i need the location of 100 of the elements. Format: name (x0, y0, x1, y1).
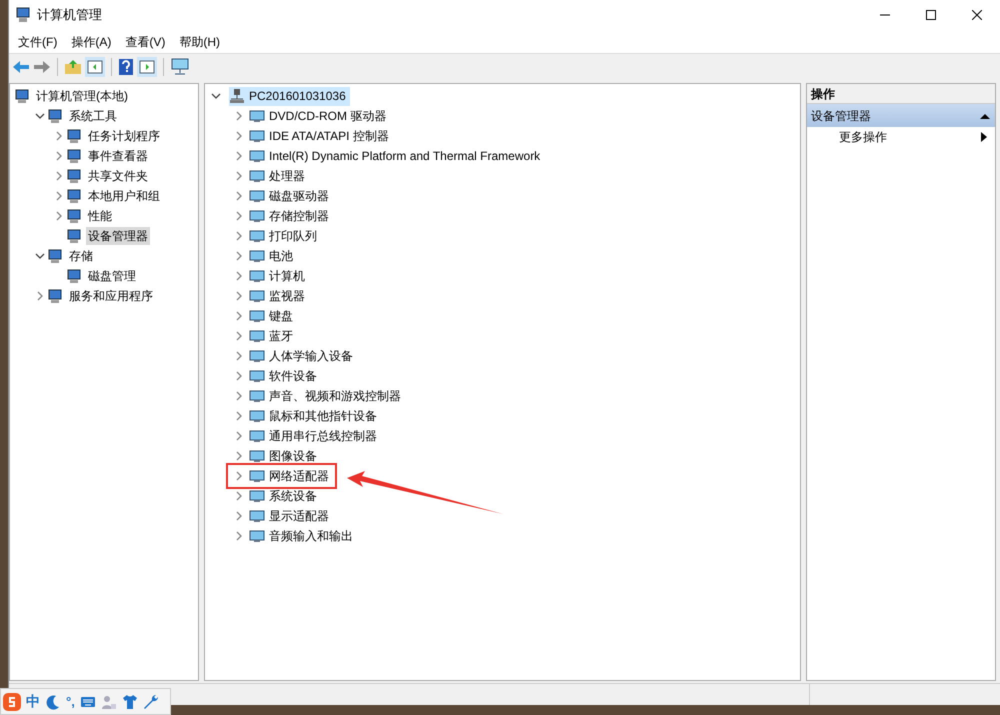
tree-item[interactable]: 任务计划程序 (86, 127, 162, 145)
forward-arrow-icon[interactable] (33, 59, 51, 75)
menu-item[interactable]: 操作(A) (64, 32, 118, 52)
collapse-chevron-icon[interactable] (35, 251, 45, 261)
expand-chevron-icon[interactable] (234, 391, 244, 401)
expand-chevron-icon[interactable] (54, 131, 64, 141)
expand-chevron-icon[interactable] (54, 191, 64, 201)
monitor-icon[interactable] (170, 58, 190, 76)
pane-toggle-icon[interactable] (85, 57, 105, 77)
tree-item[interactable]: 性能 (86, 207, 114, 225)
expand-chevron-icon[interactable] (234, 451, 244, 461)
menu-item[interactable]: 文件(F) (11, 32, 64, 52)
action-section-header[interactable]: 设备管理器 (807, 104, 995, 127)
expand-chevron-icon[interactable] (234, 211, 244, 221)
expand-chevron-icon[interactable] (54, 171, 64, 181)
tree-item[interactable]: 人体学输入设备 (269, 347, 353, 365)
tree-item[interactable]: 系统工具 (67, 107, 119, 125)
expand-chevron-icon[interactable] (234, 371, 244, 381)
tree-item[interactable]: 系统设备 (269, 487, 317, 505)
tree-item[interactable]: 计算机管理(本地) (34, 87, 130, 105)
device-icon (249, 168, 265, 184)
expand-chevron-icon[interactable] (234, 131, 244, 141)
device-icon (249, 508, 265, 524)
expand-chevron-icon[interactable] (234, 231, 244, 241)
expand-chevron-icon[interactable] (234, 191, 244, 201)
device-icon (249, 308, 265, 324)
expand-chevron-icon[interactable] (234, 291, 244, 301)
device-icon (249, 528, 265, 544)
expand-chevron-icon[interactable] (234, 151, 244, 161)
tree-item[interactable]: 事件查看器 (86, 147, 150, 165)
action-pane-icon[interactable] (137, 57, 157, 77)
input-mode-label[interactable]: 中 (26, 691, 40, 712)
expand-chevron-icon[interactable] (234, 251, 244, 261)
expand-chevron-icon[interactable] (234, 491, 244, 501)
tree-item[interactable]: 设备管理器 (86, 227, 150, 245)
computer-icon (66, 268, 82, 284)
tree-item[interactable]: 存储 (67, 247, 95, 265)
expand-chevron-icon[interactable] (35, 291, 45, 301)
computer-icon (47, 248, 63, 264)
computer-icon (15, 7, 31, 23)
tree-item[interactable]: 图像设备 (269, 447, 317, 465)
tree-item[interactable]: IDE ATA/ATAPI 控制器 (269, 127, 389, 145)
tree-item[interactable]: PC201601031036 (229, 86, 350, 106)
device-icon (249, 428, 265, 444)
expand-chevron-icon[interactable] (234, 271, 244, 281)
tree-item[interactable]: 软件设备 (269, 367, 317, 385)
computer-icon (47, 108, 63, 124)
device-icon (249, 488, 265, 504)
tree-item[interactable]: 处理器 (269, 167, 305, 185)
device-icon (249, 188, 265, 204)
expand-chevron-icon[interactable] (234, 471, 244, 481)
shirt-icon (122, 694, 138, 710)
tree-item[interactable]: DVD/CD-ROM 驱动器 (269, 107, 386, 125)
network-computer-icon (229, 88, 245, 104)
tree-item[interactable]: 磁盘驱动器 (269, 187, 329, 205)
help-icon[interactable] (118, 58, 134, 76)
collapse-chevron-icon[interactable] (211, 91, 221, 101)
expand-chevron-icon[interactable] (234, 531, 244, 541)
menu-item[interactable]: 查看(V) (118, 32, 172, 52)
back-arrow-icon[interactable] (12, 59, 30, 75)
punctuation-label[interactable]: °, (66, 692, 75, 712)
tree-item[interactable]: 蓝牙 (269, 327, 293, 345)
device-icon (249, 468, 265, 484)
tree-item[interactable]: 服务和应用程序 (67, 287, 155, 305)
tree-item[interactable]: 本地用户和组 (86, 187, 162, 205)
tree-item[interactable]: 存储控制器 (269, 207, 329, 225)
expand-chevron-icon[interactable] (234, 311, 244, 321)
tree-item[interactable]: 电池 (269, 247, 293, 265)
tree-item[interactable]: 共享文件夹 (86, 167, 150, 185)
expand-chevron-icon[interactable] (234, 431, 244, 441)
expand-chevron-icon[interactable] (234, 511, 244, 521)
expand-chevron-icon[interactable] (234, 411, 244, 421)
expand-chevron-icon[interactable] (54, 151, 64, 161)
device-icon (249, 448, 265, 464)
tree-item[interactable]: 通用串行总线控制器 (269, 427, 377, 445)
menu-item[interactable]: 帮助(H) (172, 32, 227, 52)
computer-icon (66, 148, 82, 164)
tree-item[interactable]: 音频输入和输出 (269, 527, 353, 545)
tree-item[interactable]: 网络适配器 (269, 467, 329, 485)
tree-item[interactable]: 键盘 (269, 307, 293, 325)
tree-item[interactable]: 打印队列 (269, 227, 317, 245)
tree-item[interactable]: Intel(R) Dynamic Platform and Thermal Framework (269, 147, 540, 165)
folder-up-icon[interactable] (64, 59, 82, 75)
action-item[interactable]: 更多操作 (807, 127, 995, 147)
collapse-chevron-icon[interactable] (35, 111, 45, 121)
tree-item[interactable]: 计算机 (269, 267, 305, 285)
user-icon (100, 694, 117, 710)
expand-chevron-icon[interactable] (234, 111, 244, 121)
device-icon (249, 248, 265, 264)
moon-icon (45, 694, 61, 710)
expand-chevron-icon[interactable] (234, 331, 244, 341)
expand-chevron-icon[interactable] (234, 351, 244, 361)
device-icon (249, 148, 265, 164)
tree-item[interactable]: 声音、视频和游戏控制器 (269, 387, 401, 405)
tree-item[interactable]: 监视器 (269, 287, 305, 305)
expand-chevron-icon[interactable] (234, 171, 244, 181)
tree-item[interactable]: 鼠标和其他指针设备 (269, 407, 377, 425)
tree-item[interactable]: 磁盘管理 (86, 267, 138, 285)
expand-chevron-icon[interactable] (54, 211, 64, 221)
tree-item[interactable]: 显示适配器 (269, 507, 329, 525)
